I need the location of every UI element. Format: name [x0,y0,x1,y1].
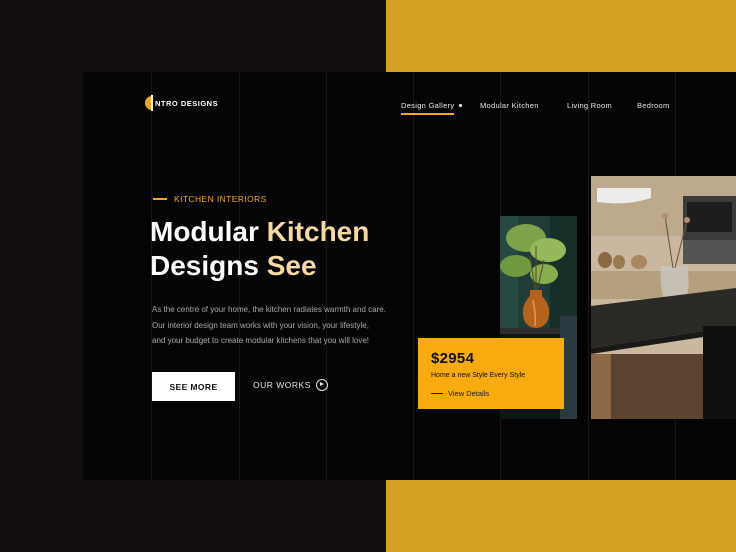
nav-item-bedroom[interactable]: Bedroom [637,101,670,110]
price-value: $2954 [431,350,475,367]
description-line: As the centre of your home, the kitchen … [152,305,386,314]
hero-title-word-gold: Kitchen [266,216,370,247]
eyebrow-text: KITCHEN INTERIORS [174,194,267,204]
hero-description: As the centre of your home, the kitchen … [152,302,422,349]
brand-name: NTRO DESIGNS [155,98,219,108]
price-card: $2954 Home a new Style Every Style View … [418,338,564,409]
our-works-label: OUR WORKS [253,380,311,390]
hero-title-word: Designs [150,250,267,281]
nav-dropdown-dot [459,104,462,107]
half-circle-logo-icon [145,95,159,111]
gold-accent-top [386,0,736,72]
eyebrow-line [153,198,167,200]
play-circle-icon[interactable] [315,379,328,391]
details-line [431,393,443,394]
nav-active-underline [401,113,454,115]
nav-item-living-room[interactable]: Living Room [567,101,612,110]
gold-accent-bottom [386,480,736,552]
hero-panel: NTRO DESIGNS Design Gallery Modular Kitc… [83,72,736,480]
view-details-link[interactable]: View Details [448,389,489,398]
brand-logo[interactable]: NTRO DESIGNS [145,95,219,111]
hero-title: Modular Kitchen Designs See [150,215,369,283]
kitchen-photo [591,176,736,419]
grid-line [413,72,414,480]
nav-item-modular-kitchen[interactable]: Modular Kitchen [480,101,539,110]
see-more-button[interactable]: SEE MORE [152,372,235,401]
price-subtitle: Home a new Style Every Style [431,372,526,379]
description-line: and your budget to create modular kitche… [152,336,370,345]
our-works-link[interactable]: OUR WORKS [253,379,328,391]
nav-item-design-gallery[interactable]: Design Gallery [401,101,454,110]
grid-line [588,72,589,480]
hero-title-word: Modular [150,216,267,247]
description-line: Our interior design team works with your… [152,320,369,330]
hero-title-word-gold: See [266,250,317,281]
